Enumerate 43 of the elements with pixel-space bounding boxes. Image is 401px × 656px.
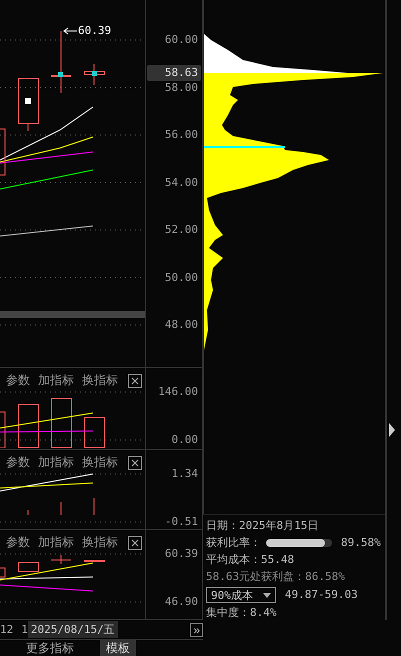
current-price-label: 58.63 bbox=[147, 64, 201, 81]
profit-ratio-label: 获利比率： bbox=[206, 536, 261, 550]
price-axis-label: 48.00 bbox=[164, 318, 198, 332]
indicator-button[interactable]: 换指标 bbox=[82, 454, 118, 471]
profit-at-price-text: 58.63元处获利盘：86.58% bbox=[206, 570, 346, 584]
indicator-button[interactable]: 参数 bbox=[6, 372, 30, 389]
price-axis-label: 50.00 bbox=[164, 270, 198, 284]
cost-range-value: 49.87-59.03 bbox=[284, 588, 358, 602]
price-axis-label: 54.00 bbox=[164, 176, 198, 190]
expand-handle-icon[interactable] bbox=[389, 423, 395, 437]
price-axis-label: 58.00 bbox=[164, 80, 198, 94]
bottom-tab[interactable]: 模板 bbox=[100, 640, 136, 656]
average-cost-text: 平均成本：55.48 bbox=[206, 553, 296, 567]
bottom-tab[interactable]: 更多指标 bbox=[20, 640, 80, 656]
indicator-button[interactable]: 加指标 bbox=[38, 454, 74, 471]
axis-label: 60.39 bbox=[164, 547, 198, 561]
price-axis-label: 52.00 bbox=[164, 223, 198, 237]
indicator-button[interactable]: 参数 bbox=[6, 534, 30, 551]
axis-label: 0.00 bbox=[172, 433, 198, 447]
axis-label: 46.90 bbox=[164, 595, 198, 609]
cursor-date-label: 2025/08/15/五 bbox=[28, 621, 118, 638]
indicator-button[interactable]: 加指标 bbox=[38, 372, 74, 389]
indicator-button[interactable]: 参数 bbox=[6, 454, 30, 471]
axis-label: 1.34 bbox=[172, 467, 198, 481]
profit-ratio-value: 89.58% bbox=[341, 536, 381, 550]
axis-label: 146.00 bbox=[158, 385, 198, 399]
caret-icon bbox=[262, 592, 271, 598]
cost-range-dropdown[interactable]: 90%成本 bbox=[206, 587, 276, 603]
axis-label: -0.51 bbox=[164, 515, 198, 529]
time-axis-label: 1 bbox=[21, 623, 28, 636]
date-text: 日期：2025年8月15日 bbox=[206, 519, 320, 533]
expand-button[interactable]: » bbox=[190, 622, 203, 636]
indicator-button[interactable]: 换指标 bbox=[82, 534, 118, 551]
close-icon[interactable] bbox=[128, 536, 142, 550]
indicator-button[interactable]: 换指标 bbox=[82, 372, 118, 389]
high-price-label: 60.39 bbox=[78, 24, 112, 37]
price-axis-label: 60.00 bbox=[164, 33, 198, 47]
time-axis-label: 12 bbox=[0, 623, 14, 636]
close-icon[interactable] bbox=[128, 456, 142, 470]
close-icon[interactable] bbox=[128, 374, 142, 388]
price-axis-label: 56.00 bbox=[164, 128, 198, 142]
concentration-text: 集中度：8.4% bbox=[206, 606, 278, 620]
indicator-button[interactable]: 加指标 bbox=[38, 534, 74, 551]
